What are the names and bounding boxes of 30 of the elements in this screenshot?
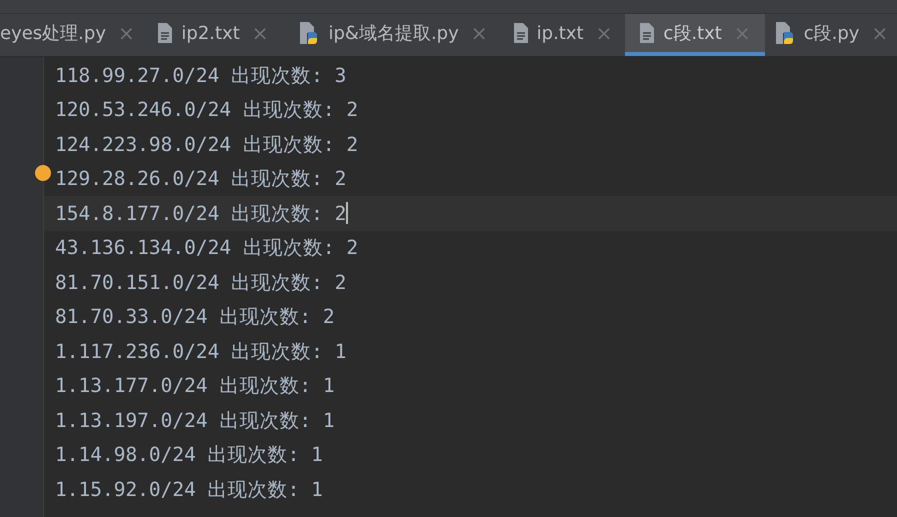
tab-label: c段.py: [804, 22, 860, 46]
code-line: 1.117.236.0/24 出现次数: 1: [55, 338, 346, 365]
python-file-icon: [774, 21, 796, 45]
code-line: 124.223.98.0/24 出现次数: 2: [55, 132, 358, 158]
editor-tab[interactable]: c段.txt ×: [625, 14, 765, 56]
editor-tab[interactable]: ip&域名提取.py ×: [286, 14, 500, 56]
code-line: 43.136.134.0/24 出现次数: 2: [55, 235, 358, 262]
editor-tab[interactable]: ip.txt ×: [500, 14, 625, 56]
code-line: 81.70.33.0/24 出现次数: 2: [55, 304, 335, 330]
editor-tab[interactable]: ip2.txt ×: [140, 14, 286, 56]
code-line: 1.15.92.0/24 出现次数: 1: [55, 476, 323, 503]
tab-label: c段.txt: [663, 22, 722, 46]
text-file-icon: [639, 22, 656, 44]
editor-tab[interactable]: eyes处理.py ×: [0, 14, 140, 56]
tab-label: ip.txt: [536, 22, 584, 46]
code-line: 1.14.98.0/24 出现次数: 1: [55, 442, 323, 468]
tab-label: ip&域名提取.py: [328, 22, 459, 46]
text-file-icon: [512, 22, 529, 44]
code-line: 81.70.151.0/24 出现次数: 2: [55, 270, 346, 296]
text-cursor: [346, 202, 348, 224]
code-line: 1.13.177.0/24 出现次数: 1: [55, 373, 335, 400]
code-line: 120.53.246.0/24 出现次数: 2: [55, 97, 358, 124]
tab-label: ip2.txt: [181, 22, 240, 46]
tab-label: eyes处理.py: [0, 22, 106, 46]
code-line: 1.13.197.0/24 出现次数: 1: [55, 408, 335, 434]
code-line: 118.99.27.0/24 出现次数: 3: [55, 62, 346, 89]
code-line: 129.28.26.0/24 出现次数: 2: [55, 166, 346, 192]
text-file-icon: [157, 22, 174, 44]
code-line: 154.8.177.0/24 出现次数: 2: [55, 200, 346, 227]
editor-tab[interactable]: c段.py ×: [765, 14, 897, 56]
